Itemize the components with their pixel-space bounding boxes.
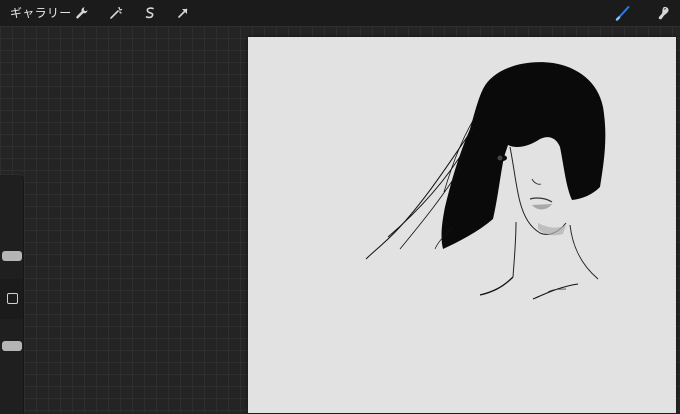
portrait-artwork <box>365 62 606 300</box>
smudge-icon[interactable] <box>654 4 672 22</box>
brush-size-slider[interactable] <box>2 251 22 261</box>
magic-wand-icon[interactable] <box>107 4 125 22</box>
selection-s-icon[interactable] <box>141 4 159 22</box>
drawing-canvas[interactable] <box>248 37 676 413</box>
brush-sidebar <box>0 174 24 414</box>
modify-button[interactable] <box>7 293 18 304</box>
brush-icon[interactable] <box>614 4 632 22</box>
top-toolbar: ギャラリー <box>0 0 680 26</box>
brush-opacity-slider[interactable] <box>2 341 22 351</box>
wrench-icon[interactable] <box>73 4 91 22</box>
arrow-cursor-icon[interactable] <box>174 4 192 22</box>
gallery-button[interactable]: ギャラリー <box>10 5 72 21</box>
